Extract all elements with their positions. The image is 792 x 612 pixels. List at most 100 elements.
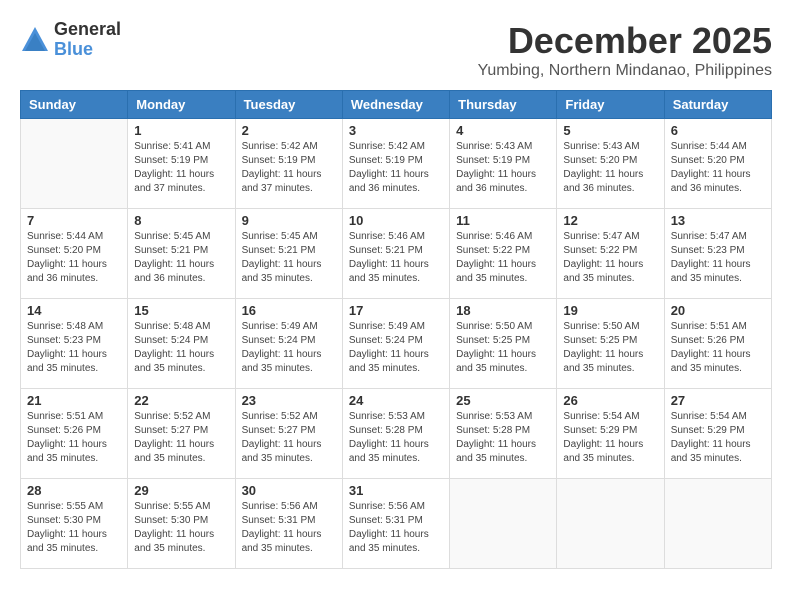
day-info: Sunrise: 5:51 AM Sunset: 5:26 PM Dayligh… [27, 410, 121, 466]
day-info: Sunrise: 5:52 AM Sunset: 5:27 PM Dayligh… [134, 410, 228, 466]
week-row-0: 1 Sunrise: 5:41 AM Sunset: 5:19 PM Daylig… [21, 119, 772, 209]
day-number: 20 [671, 303, 765, 318]
day-number: 1 [134, 123, 228, 138]
day-info: Sunrise: 5:45 AM Sunset: 5:21 PM Dayligh… [242, 230, 336, 286]
calendar-cell [557, 479, 664, 569]
day-info: Sunrise: 5:43 AM Sunset: 5:20 PM Dayligh… [563, 140, 657, 196]
calendar-cell: 23Sunrise: 5:52 AM Sunset: 5:27 PM Dayli… [235, 389, 342, 479]
calendar-cell: 8 Sunrise: 5:45 AM Sunset: 5:21 PM Daylig… [128, 209, 235, 299]
calendar-cell: 11 Sunrise: 5:46 AM Sunset: 5:22 PM Dayli… [450, 209, 557, 299]
header: General Blue December 2025 Yumbing, Nort… [20, 20, 772, 80]
day-info: Sunrise: 5:55 AM Sunset: 5:30 PM Dayligh… [134, 500, 228, 556]
day-number: 29 [134, 483, 228, 498]
day-info: Sunrise: 5:42 AM Sunset: 5:19 PM Dayligh… [242, 140, 336, 196]
calendar-cell: 26Sunrise: 5:54 AM Sunset: 5:29 PM Dayli… [557, 389, 664, 479]
day-number: 7 [27, 213, 121, 228]
day-number: 4 [456, 123, 550, 138]
day-number: 18 [456, 303, 550, 318]
title-area: December 2025 Yumbing, Northern Mindanao… [478, 20, 772, 80]
calendar-cell: 15 Sunrise: 5:48 AM Sunset: 5:24 PM Dayli… [128, 299, 235, 389]
day-number: 17 [349, 303, 443, 318]
day-number: 10 [349, 213, 443, 228]
header-wednesday: Wednesday [342, 91, 449, 119]
logo-general-text: General [54, 20, 121, 40]
calendar-cell: 20 Sunrise: 5:51 AM Sunset: 5:26 PM Dayli… [664, 299, 771, 389]
calendar-cell: 12 Sunrise: 5:47 AM Sunset: 5:22 PM Dayli… [557, 209, 664, 299]
logo-icon [20, 25, 50, 55]
calendar-cell: 25 Sunrise: 5:53 AM Sunset: 5:28 PM Dayli… [450, 389, 557, 479]
day-number: 5 [563, 123, 657, 138]
day-number: 8 [134, 213, 228, 228]
day-number: 24 [349, 393, 443, 408]
calendar-cell: 28 Sunrise: 5:55 AM Sunset: 5:30 PM Dayli… [21, 479, 128, 569]
day-info: Sunrise: 5:46 AM Sunset: 5:21 PM Dayligh… [349, 230, 443, 286]
day-number: 16 [242, 303, 336, 318]
calendar-cell [450, 479, 557, 569]
day-number: 28 [27, 483, 121, 498]
calendar-cell: 27 Sunrise: 5:54 AM Sunset: 5:29 PM Dayli… [664, 389, 771, 479]
header-thursday: Thursday [450, 91, 557, 119]
day-number: 9 [242, 213, 336, 228]
calendar-cell: 22Sunrise: 5:52 AM Sunset: 5:27 PM Dayli… [128, 389, 235, 479]
calendar-cell: 9 Sunrise: 5:45 AM Sunset: 5:21 PM Daylig… [235, 209, 342, 299]
day-number: 15 [134, 303, 228, 318]
calendar-cell: 24Sunrise: 5:53 AM Sunset: 5:28 PM Dayli… [342, 389, 449, 479]
calendar-cell [21, 119, 128, 209]
day-info: Sunrise: 5:50 AM Sunset: 5:25 PM Dayligh… [563, 320, 657, 376]
day-number: 6 [671, 123, 765, 138]
day-number: 12 [563, 213, 657, 228]
calendar-cell: 2 Sunrise: 5:42 AM Sunset: 5:19 PM Daylig… [235, 119, 342, 209]
day-info: Sunrise: 5:41 AM Sunset: 5:19 PM Dayligh… [134, 140, 228, 196]
day-info: Sunrise: 5:44 AM Sunset: 5:20 PM Dayligh… [27, 230, 121, 286]
calendar-cell: 3Sunrise: 5:42 AM Sunset: 5:19 PM Daylig… [342, 119, 449, 209]
day-info: Sunrise: 5:55 AM Sunset: 5:30 PM Dayligh… [27, 500, 121, 556]
day-number: 13 [671, 213, 765, 228]
day-info: Sunrise: 5:54 AM Sunset: 5:29 PM Dayligh… [671, 410, 765, 466]
day-number: 25 [456, 393, 550, 408]
calendar-cell: 30 Sunrise: 5:56 AM Sunset: 5:31 PM Dayli… [235, 479, 342, 569]
day-info: Sunrise: 5:43 AM Sunset: 5:19 PM Dayligh… [456, 140, 550, 196]
day-number: 3 [349, 123, 443, 138]
day-info: Sunrise: 5:51 AM Sunset: 5:26 PM Dayligh… [671, 320, 765, 376]
day-info: Sunrise: 5:45 AM Sunset: 5:21 PM Dayligh… [134, 230, 228, 286]
day-number: 27 [671, 393, 765, 408]
logo: General Blue [20, 20, 121, 60]
day-number: 23 [242, 393, 336, 408]
day-number: 30 [242, 483, 336, 498]
calendar-cell: 21Sunrise: 5:51 AM Sunset: 5:26 PM Dayli… [21, 389, 128, 479]
day-info: Sunrise: 5:53 AM Sunset: 5:28 PM Dayligh… [456, 410, 550, 466]
calendar-cell: 10 Sunrise: 5:46 AM Sunset: 5:21 PM Dayli… [342, 209, 449, 299]
header-monday: Monday [128, 91, 235, 119]
calendar-cell: 13Sunrise: 5:47 AM Sunset: 5:23 PM Dayli… [664, 209, 771, 299]
week-row-2: 14 Sunrise: 5:48 AM Sunset: 5:23 PM Dayli… [21, 299, 772, 389]
week-row-4: 28 Sunrise: 5:55 AM Sunset: 5:30 PM Dayli… [21, 479, 772, 569]
day-info: Sunrise: 5:47 AM Sunset: 5:22 PM Dayligh… [563, 230, 657, 286]
day-number: 19 [563, 303, 657, 318]
calendar: SundayMondayTuesdayWednesdayThursdayFrid… [20, 90, 772, 569]
day-info: Sunrise: 5:56 AM Sunset: 5:31 PM Dayligh… [242, 500, 336, 556]
calendar-cell [664, 479, 771, 569]
calendar-cell: 4 Sunrise: 5:43 AM Sunset: 5:19 PM Daylig… [450, 119, 557, 209]
calendar-cell: 14 Sunrise: 5:48 AM Sunset: 5:23 PM Dayli… [21, 299, 128, 389]
calendar-cell: 1 Sunrise: 5:41 AM Sunset: 5:19 PM Daylig… [128, 119, 235, 209]
logo-blue-text: Blue [54, 40, 121, 60]
calendar-cell: 31 Sunrise: 5:56 AM Sunset: 5:31 PM Dayli… [342, 479, 449, 569]
day-info: Sunrise: 5:46 AM Sunset: 5:22 PM Dayligh… [456, 230, 550, 286]
calendar-cell: 19 Sunrise: 5:50 AM Sunset: 5:25 PM Dayli… [557, 299, 664, 389]
calendar-cell: 16Sunrise: 5:49 AM Sunset: 5:24 PM Dayli… [235, 299, 342, 389]
day-number: 2 [242, 123, 336, 138]
day-info: Sunrise: 5:49 AM Sunset: 5:24 PM Dayligh… [349, 320, 443, 376]
day-info: Sunrise: 5:48 AM Sunset: 5:24 PM Dayligh… [134, 320, 228, 376]
header-saturday: Saturday [664, 91, 771, 119]
day-info: Sunrise: 5:48 AM Sunset: 5:23 PM Dayligh… [27, 320, 121, 376]
day-number: 11 [456, 213, 550, 228]
calendar-cell: 18Sunrise: 5:50 AM Sunset: 5:25 PM Dayli… [450, 299, 557, 389]
header-sunday: Sunday [21, 91, 128, 119]
location-title: Yumbing, Northern Mindanao, Philippines [478, 62, 772, 80]
week-row-3: 21Sunrise: 5:51 AM Sunset: 5:26 PM Dayli… [21, 389, 772, 479]
day-number: 14 [27, 303, 121, 318]
calendar-cell: 5 Sunrise: 5:43 AM Sunset: 5:20 PM Daylig… [557, 119, 664, 209]
day-number: 31 [349, 483, 443, 498]
day-info: Sunrise: 5:56 AM Sunset: 5:31 PM Dayligh… [349, 500, 443, 556]
calendar-cell: 17 Sunrise: 5:49 AM Sunset: 5:24 PM Dayli… [342, 299, 449, 389]
